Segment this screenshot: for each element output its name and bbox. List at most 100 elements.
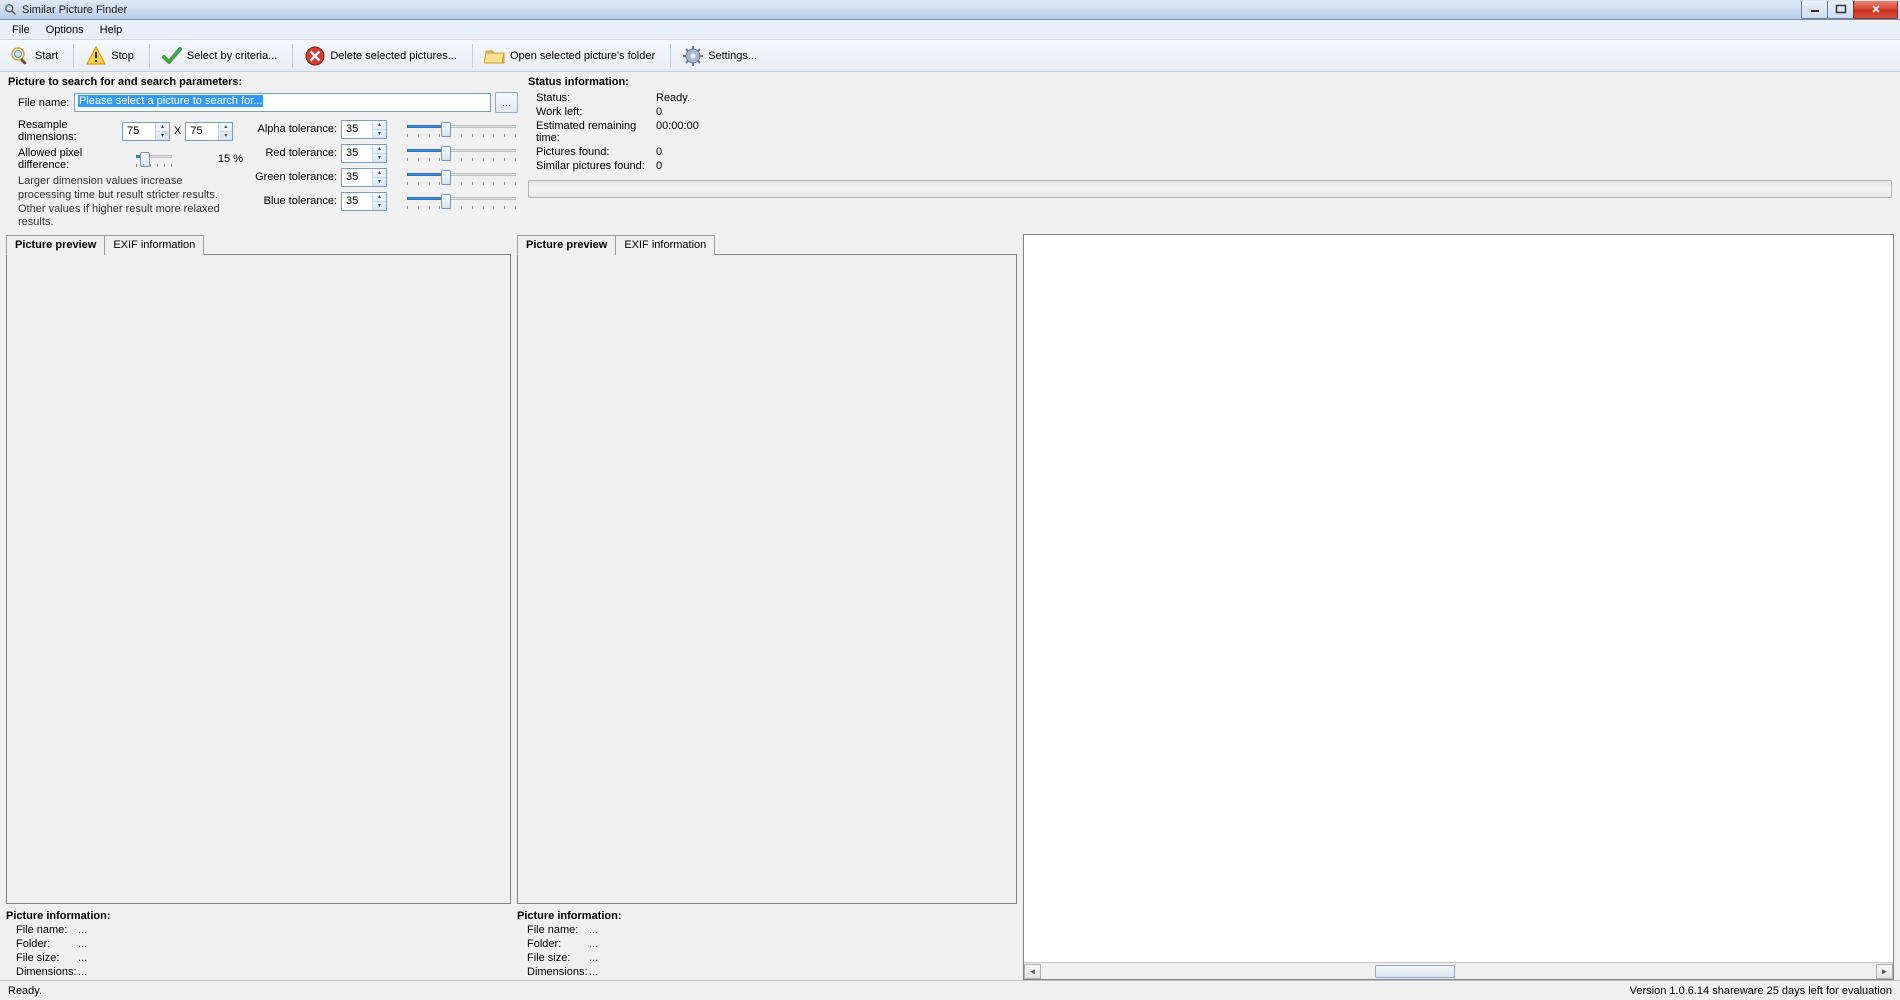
pixel-diff-slider[interactable] — [134, 150, 174, 169]
picinfo-dimensions-value: ... — [78, 966, 87, 978]
results-list-area[interactable] — [1024, 235, 1893, 962]
picinfo-folder-value: ... — [589, 938, 598, 950]
resample-height-input[interactable] — [186, 123, 218, 140]
menu-file[interactable]: File — [6, 22, 36, 38]
settings-button[interactable]: Settings... — [677, 42, 766, 70]
pictures-found-value: 0 — [656, 146, 662, 158]
search-params-panel: Picture to search for and search paramet… — [8, 72, 518, 230]
status-label: Status: — [536, 92, 656, 104]
results-hscrollbar[interactable]: ◄ ► — [1024, 962, 1893, 979]
lower-panels: Picture preview EXIF information Picture… — [0, 230, 1900, 980]
resample-width-input[interactable] — [123, 123, 155, 140]
tab-exif-middle[interactable]: EXIF information — [615, 235, 715, 255]
maximize-button[interactable] — [1827, 1, 1854, 19]
middle-picture-block: Picture preview EXIF information Picture… — [517, 234, 1017, 980]
blue-spinner[interactable]: ▴▾ — [341, 192, 387, 211]
pictures-found-label: Pictures found: — [536, 146, 656, 158]
filename-row: File name: Please select a picture to se… — [8, 92, 518, 113]
scroll-thumb[interactable] — [1375, 965, 1455, 978]
tab-picture-preview-left[interactable]: Picture preview — [6, 235, 105, 255]
params-title: Picture to search for and search paramet… — [8, 76, 518, 88]
red-slider[interactable] — [405, 144, 518, 163]
menu-options[interactable]: Options — [40, 22, 90, 38]
minimize-button[interactable] — [1801, 1, 1828, 19]
picinfo-folder-label: Folder: — [16, 938, 78, 950]
similar-found-value: 0 — [656, 160, 662, 172]
start-label: Start — [35, 50, 58, 62]
alpha-input[interactable] — [342, 121, 372, 138]
picinfo-filename-value: ... — [78, 924, 87, 936]
statusbar-right: Version 1.0.6.14 shareware 25 days left … — [1630, 985, 1892, 997]
picinfo-filesize-value: ... — [78, 952, 87, 964]
param-grid: Resample dimensions: ▴▾ X ▴▾ Allowed pix… — [8, 119, 518, 230]
pixel-diff-value: 15 % — [218, 153, 243, 165]
alpha-spinner[interactable]: ▴▾ — [341, 120, 387, 139]
left-picture-block: Picture preview EXIF information Picture… — [6, 234, 511, 980]
similar-found-label: Similar pictures found: — [536, 160, 656, 172]
progress-bar — [528, 180, 1892, 198]
pixel-diff-label: Allowed pixel difference: — [18, 147, 130, 171]
browse-button[interactable]: ... — [495, 92, 518, 113]
close-button[interactable] — [1853, 1, 1898, 19]
picinfo-title-middle: Picture information: — [517, 910, 1017, 922]
scroll-left-button[interactable]: ◄ — [1024, 964, 1041, 979]
picinfo-filesize-label: File size: — [527, 952, 589, 964]
status-panel: Status information: Status:Ready. Work l… — [528, 72, 1892, 230]
eta-label: Estimated remaining time: — [536, 120, 656, 144]
blue-label: Blue tolerance: — [255, 195, 337, 207]
left-picture-info: Picture information: File name:... Folde… — [6, 904, 511, 980]
red-label: Red tolerance: — [255, 147, 337, 159]
status-title: Status information: — [528, 76, 1892, 88]
picinfo-folder-value: ... — [78, 938, 87, 950]
left-preview-area — [6, 254, 511, 904]
picinfo-filename-value: ... — [589, 924, 598, 936]
browse-label: ... — [502, 97, 511, 109]
stop-button[interactable]: Stop — [80, 42, 143, 70]
blue-input[interactable] — [342, 193, 372, 210]
results-list: ◄ ► — [1023, 234, 1894, 980]
green-label: Green tolerance: — [255, 171, 337, 183]
filename-input[interactable]: Please select a picture to search for... — [74, 93, 491, 112]
green-input[interactable] — [342, 169, 372, 186]
resample-width-spinner[interactable]: ▴▾ — [122, 122, 170, 141]
alpha-slider[interactable] — [405, 120, 518, 139]
resample-height-spinner[interactable]: ▴▾ — [185, 122, 233, 141]
filename-label: File name: — [18, 97, 70, 109]
picinfo-filesize-value: ... — [589, 952, 598, 964]
work-left-label: Work left: — [536, 106, 656, 118]
menu-bar: File Options Help — [0, 20, 1900, 40]
gear-icon — [682, 45, 704, 67]
window-title: Similar Picture Finder — [22, 4, 1802, 16]
green-spinner[interactable]: ▴▾ — [341, 168, 387, 187]
blue-slider[interactable] — [405, 192, 518, 211]
delete-button[interactable]: Delete selected pictures... — [299, 42, 466, 70]
menu-help[interactable]: Help — [94, 22, 129, 38]
middle-preview-area — [517, 254, 1017, 904]
picinfo-folder-label: Folder: — [527, 938, 589, 950]
red-input[interactable] — [342, 145, 372, 162]
open-folder-label: Open selected picture's folder — [510, 50, 655, 62]
open-folder-button[interactable]: Open selected picture's folder — [479, 42, 664, 70]
green-slider[interactable] — [405, 168, 518, 187]
select-criteria-button[interactable]: Select by criteria... — [156, 42, 286, 70]
toolbar-separator — [149, 44, 150, 68]
picinfo-dimensions-value: ... — [589, 966, 598, 978]
warning-icon — [85, 45, 107, 67]
stop-label: Stop — [111, 50, 134, 62]
filename-placeholder: Please select a picture to search for... — [78, 95, 263, 107]
check-icon — [161, 45, 183, 67]
picinfo-dimensions-label: Dimensions: — [16, 966, 78, 978]
tab-picture-preview-middle[interactable]: Picture preview — [517, 235, 616, 255]
folder-icon — [484, 45, 506, 67]
scroll-track[interactable] — [1041, 964, 1876, 979]
tab-exif-left[interactable]: EXIF information — [104, 235, 204, 255]
alpha-label: Alpha tolerance: — [255, 123, 337, 135]
red-spinner[interactable]: ▴▾ — [341, 144, 387, 163]
statusbar-left: Ready. — [8, 985, 1630, 997]
picinfo-title-left: Picture information: — [6, 910, 511, 922]
delete-icon — [304, 45, 326, 67]
scroll-right-button[interactable]: ► — [1876, 964, 1893, 979]
start-button[interactable]: Start — [4, 42, 67, 70]
middle-picture-info: Picture information: File name:... Folde… — [517, 904, 1017, 980]
delete-label: Delete selected pictures... — [330, 50, 457, 62]
